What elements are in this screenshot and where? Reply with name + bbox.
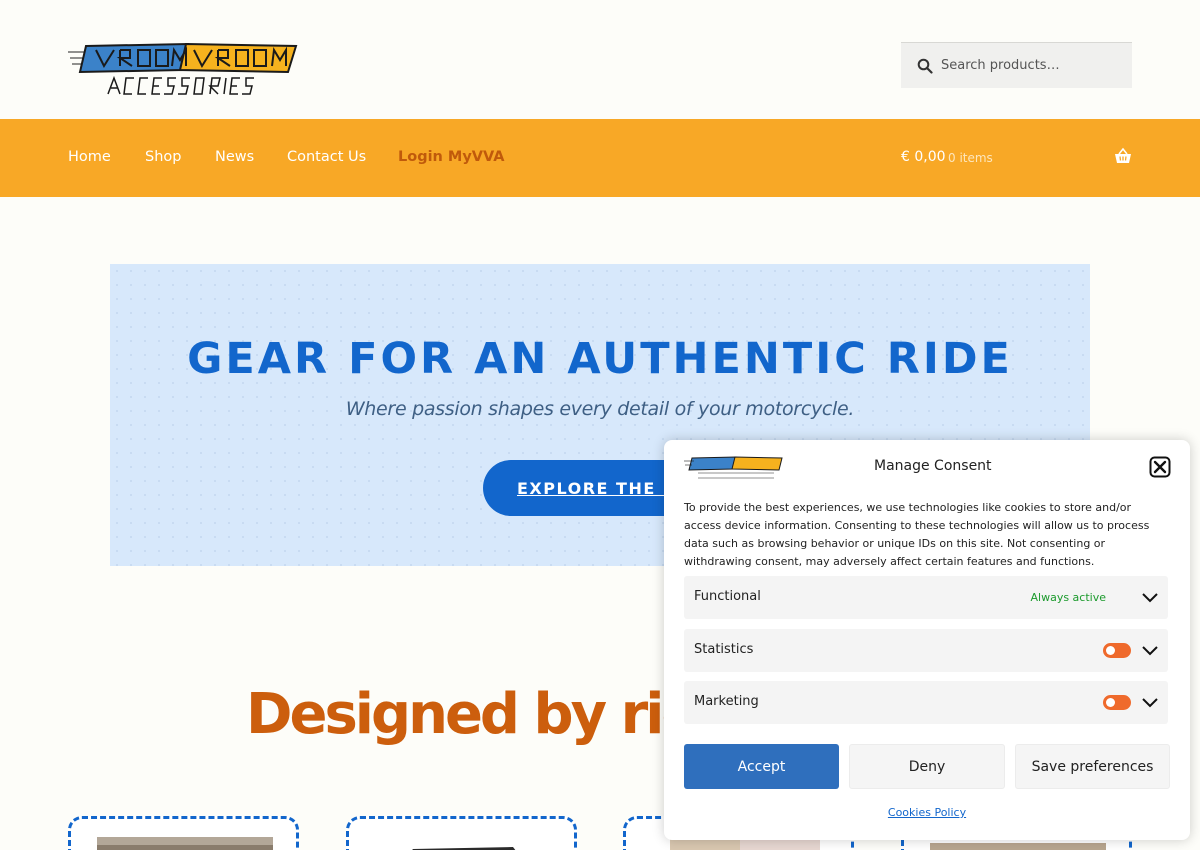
chevron-down-icon[interactable] [1142,644,1158,656]
consent-category-functional[interactable]: Functional Always active [684,576,1168,619]
marketing-toggle[interactable] [1103,695,1131,710]
deny-button[interactable]: Deny [849,744,1005,789]
cart-count[interactable]: 0 items [948,151,993,165]
cookie-consent-dialog: Manage Consent To provide the best exper… [664,440,1190,840]
nav-shop[interactable]: Shop [145,149,181,165]
product-card[interactable] [68,816,299,850]
consent-title: Manage Consent [874,458,992,474]
cart-total[interactable]: € 0,00 [901,149,946,165]
consent-logo [684,455,784,481]
main-navigation: Home Shop News Contact Us Login MyVVA € … [0,119,1200,197]
hero-title: GEAR FOR AN AUTHENTIC RIDE [187,334,1013,384]
nav-login-myvva[interactable]: Login MyVVA [398,149,504,165]
hero-subtitle: Where passion shapes every detail of you… [345,398,855,420]
save-preferences-button[interactable]: Save preferences [1015,744,1170,789]
product-card[interactable] [346,816,577,850]
category-label: Functional [694,589,761,604]
category-label: Marketing [694,694,759,709]
search-icon [917,58,933,74]
shopping-basket-icon[interactable] [1114,147,1132,165]
chevron-down-icon[interactable] [1142,591,1158,603]
category-label: Statistics [694,642,754,657]
cookies-policy-link[interactable]: Cookies Policy [664,806,1170,819]
consent-category-statistics[interactable]: Statistics [684,629,1168,672]
consent-category-marketing[interactable]: Marketing [684,681,1168,724]
accept-button[interactable]: Accept [684,744,839,789]
product-search[interactable] [901,42,1132,88]
nav-home[interactable]: Home [68,149,111,165]
product-image [97,837,273,850]
site-header [0,0,1200,119]
product-image [412,847,516,850]
consent-description: To provide the best experiences, we use … [684,501,1150,568]
always-active-status: Always active [1030,591,1107,604]
nav-news[interactable]: News [215,149,254,165]
chevron-down-icon[interactable] [1142,696,1158,708]
nav-contact-us[interactable]: Contact Us [287,149,366,165]
close-icon[interactable] [1149,456,1171,478]
search-input[interactable] [941,58,1121,73]
site-logo[interactable] [68,40,298,98]
statistics-toggle[interactable] [1103,643,1131,658]
